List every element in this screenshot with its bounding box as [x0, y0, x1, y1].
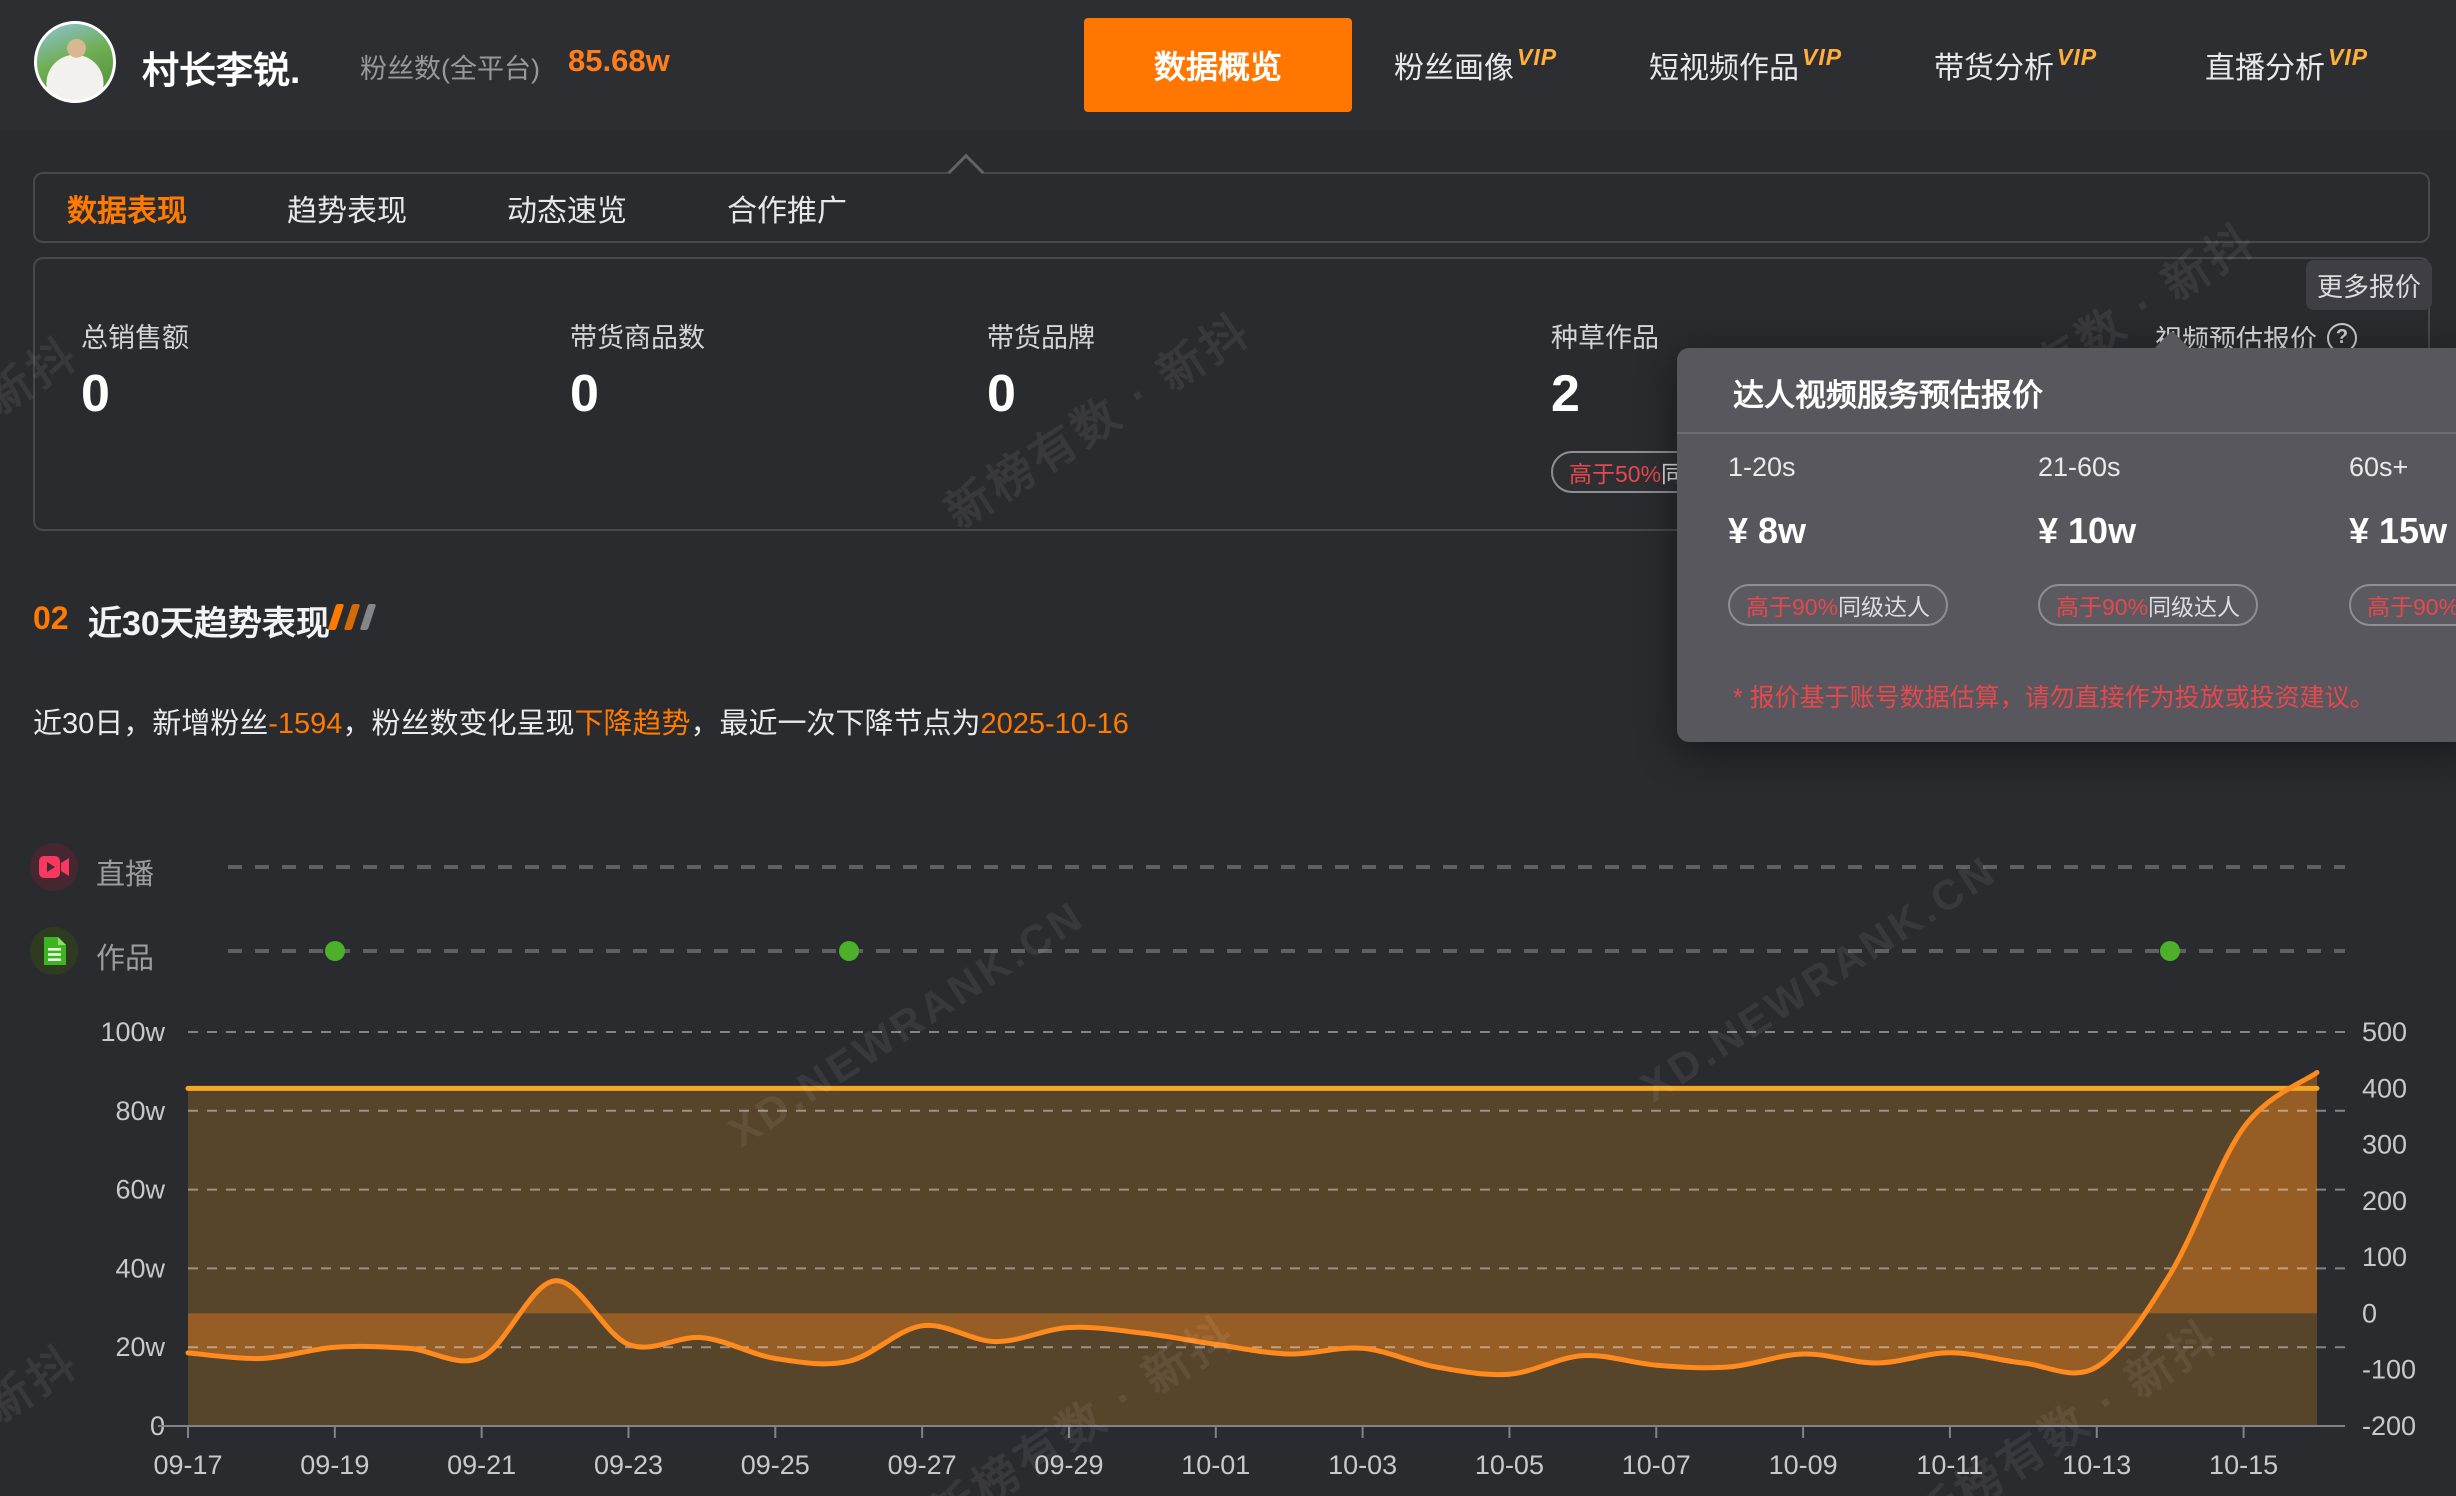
y-axis-right-label: -100 [2362, 1355, 2416, 1385]
y-axis-left-label: 80w [115, 1096, 165, 1126]
works-icon [30, 927, 78, 975]
nav-tab-label: 带货分析 [1934, 43, 2054, 87]
price-estimate-popup: 达人视频服务预估报价 1-20s¥ 8w高于90%同级达人21-60s¥ 10w… [1677, 348, 2456, 742]
avatar[interactable] [34, 21, 116, 103]
fans-area [188, 1088, 2317, 1426]
x-axis-label: 10-15 [2209, 1450, 2278, 1480]
legend-dashed-line [228, 865, 2345, 869]
x-axis-label: 09-21 [447, 1450, 516, 1480]
fans-count-value: 85.68w [568, 43, 670, 79]
trend-summary-part: 2025-10-16 [980, 708, 1128, 740]
sub-tab-3[interactable]: 合作推广 [727, 186, 847, 230]
x-axis-label: 10-05 [1475, 1450, 1544, 1480]
sub-tab-2[interactable]: 动态速览 [507, 186, 627, 230]
vip-badge: VIP [1517, 44, 1557, 71]
legend-label: 作品 [96, 935, 154, 977]
trend-summary-part: 下降趋势 [574, 708, 690, 740]
fans-count-label: 粉丝数(全平台) [360, 47, 540, 86]
nav-tab-1[interactable]: 粉丝画像VIP [1394, 0, 1557, 130]
legend-label: 直播 [96, 851, 154, 893]
badge-highlight: 高于90% [1746, 588, 1838, 622]
x-axis-label: 10-01 [1181, 1450, 1250, 1480]
trend-summary-part: 近30日，新增粉丝 [33, 708, 268, 740]
nav-tab-4[interactable]: 直播分析VIP [2205, 0, 2368, 130]
app-header: 村长李锐. 粉丝数(全平台) 85.68w 数据概览 粉丝画像VIP短视频作品V… [0, 0, 2456, 130]
trend-summary-part: -1594 [268, 708, 342, 740]
legend-row-works: 作品 [0, 927, 2456, 979]
trend-summary-text: 近30日，新增粉丝-1594，粉丝数变化呈现下降趋势，最近一次下降节点为2025… [33, 700, 1129, 742]
x-axis-label: 09-17 [153, 1450, 222, 1480]
nav-tab-label: 直播分析 [2205, 43, 2325, 87]
price-rank-badge: 高于90%同级达人 [2349, 584, 2456, 626]
sub-tab-1[interactable]: 趋势表现 [287, 186, 407, 230]
y-axis-right-label: 200 [2362, 1186, 2407, 1216]
x-axis-label: 09-23 [594, 1450, 663, 1480]
badge-highlight: 高于90% [2056, 588, 2148, 622]
dashboard-page: 村长李锐. 粉丝数(全平台) 85.68w 数据概览 粉丝画像VIP短视频作品V… [0, 0, 2456, 1496]
badge-rest: 同级达人 [2148, 588, 2240, 622]
price-rank-badge: 高于90%同级达人 [1728, 584, 1948, 626]
price-duration: 21-60s [2038, 452, 2121, 483]
x-axis-label: 09-25 [741, 1450, 810, 1480]
work-marker-dot[interactable] [839, 941, 859, 961]
price-value: ¥ 8w [1728, 510, 1806, 552]
popup-title: 达人视频服务预估报价 [1733, 370, 2043, 415]
y-axis-right-label: 100 [2362, 1242, 2407, 1272]
price-duration: 1-20s [1728, 452, 1796, 483]
y-axis-left-label: 60w [115, 1175, 165, 1205]
x-axis-label: 10-07 [1622, 1450, 1691, 1480]
sub-tab-bar: 数据表现 趋势表现 动态速览 合作推广 [33, 172, 2430, 243]
nav-tab-label: 短视频作品 [1649, 43, 1799, 87]
x-axis-label: 10-03 [1328, 1450, 1397, 1480]
price-value: ¥ 15w [2349, 510, 2447, 552]
price-rank-badge: 高于90%同级达人 [2038, 584, 2258, 626]
popup-footnote: * 报价基于账号数据估算，请勿直接作为投放或投资建议。 [1733, 678, 2375, 714]
more-quotes-button[interactable]: 更多报价 [2306, 260, 2432, 310]
price-value: ¥ 10w [2038, 510, 2136, 552]
y-axis-left-label: 40w [115, 1253, 165, 1283]
x-axis-label: 09-29 [1034, 1450, 1103, 1480]
y-axis-right-label: 0 [2362, 1298, 2377, 1328]
badge-rest: 同级达人 [1838, 588, 1930, 622]
badge-highlight: 高于90% [2367, 588, 2456, 622]
y-axis-right-label: 400 [2362, 1073, 2407, 1103]
y-axis-left-label: 20w [115, 1332, 165, 1362]
y-axis-right-label: -200 [2362, 1411, 2416, 1441]
trend-summary-part: ，粉丝数变化呈现 [342, 708, 574, 740]
vip-badge: VIP [1802, 44, 1842, 71]
nav-tab-data-overview[interactable]: 数据概览 [1084, 18, 1352, 112]
legend-row-live: 直播 [0, 843, 2456, 895]
live-icon [30, 843, 78, 891]
y-axis-right-label: 500 [2362, 1017, 2407, 1047]
trend-chart[interactable]: 100w80w60w40w20w05004003002001000-100-20… [0, 1000, 2456, 1496]
vip-badge: VIP [2057, 44, 2097, 71]
legend-dashed-line [228, 949, 2345, 953]
section-number: 02 [33, 600, 69, 637]
account-name: 村长李锐. [142, 40, 300, 94]
nav-tab-label: 粉丝画像 [1394, 43, 1514, 87]
x-axis-label: 10-13 [2062, 1450, 2131, 1480]
x-axis-label: 10-09 [1769, 1450, 1838, 1480]
y-axis-right-label: 300 [2362, 1130, 2407, 1160]
trend-summary-part: ，最近一次下降节点为 [690, 708, 980, 740]
popup-divider [1677, 432, 2456, 434]
section-title-ticks [332, 604, 372, 630]
nav-tab-2[interactable]: 短视频作品VIP [1649, 0, 1842, 130]
price-duration: 60s+ [2349, 452, 2408, 483]
sub-tab-0[interactable]: 数据表现 [67, 186, 187, 230]
work-marker-dot[interactable] [325, 941, 345, 961]
x-axis-label: 09-19 [300, 1450, 369, 1480]
section-title: 近30天趋势表现 [88, 596, 330, 645]
nav-tab-3[interactable]: 带货分析VIP [1934, 0, 2097, 130]
x-axis-label: 09-27 [888, 1450, 957, 1480]
x-axis-label: 10-11 [1916, 1450, 1983, 1480]
vip-badge: VIP [2328, 44, 2368, 71]
y-axis-left-label: 100w [100, 1017, 165, 1047]
work-marker-dot[interactable] [2160, 941, 2180, 961]
